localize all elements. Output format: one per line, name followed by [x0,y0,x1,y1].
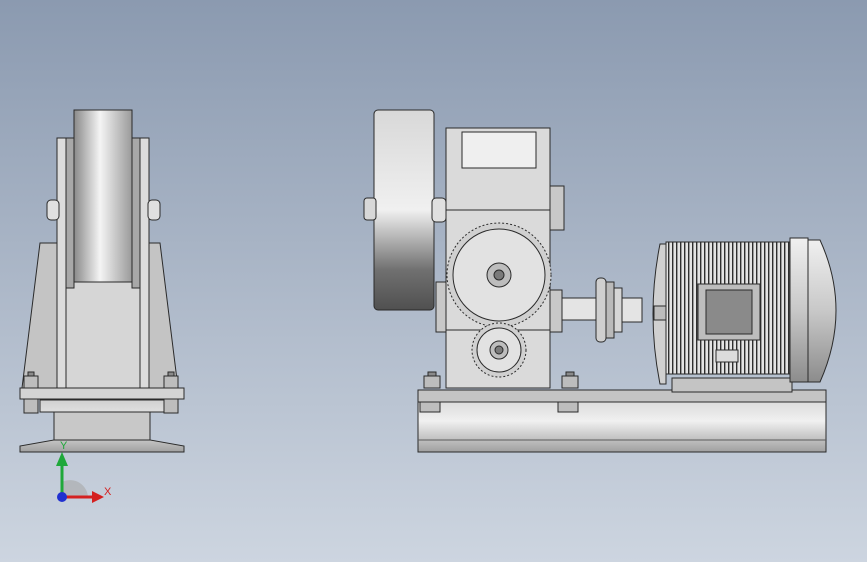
electric-motor [652,237,837,393]
triad-x-label: X [104,486,112,498]
axle-boss-right [147,199,161,221]
front-wheel [373,109,435,311]
side-pedestal-web [65,281,141,389]
large-gear [446,222,552,328]
cad-viewport[interactable] [0,0,867,562]
side-base-plate [19,387,185,400]
axle-boss-left [46,199,60,221]
output-shaft [561,297,599,321]
small-gear [471,322,527,378]
side-wheel [73,109,133,283]
gearbox-side-lug-right-low [549,289,563,333]
wheel-hub-cap [363,197,377,221]
assembly-drawing [0,0,867,562]
gearbox-side-lug-left [435,281,447,333]
gearbox-side-lug-right [549,185,565,231]
wheel-axle [431,197,447,223]
side-plate-inner-left [65,137,75,289]
gearbox-top-cover [461,131,537,169]
side-plate-right [139,137,150,389]
side-plate-left [56,137,67,389]
triad-y-label: Y [60,440,68,452]
side-rail-web [53,411,151,441]
z-axis-dot [57,492,67,502]
side-plate-inner-right [131,137,141,289]
